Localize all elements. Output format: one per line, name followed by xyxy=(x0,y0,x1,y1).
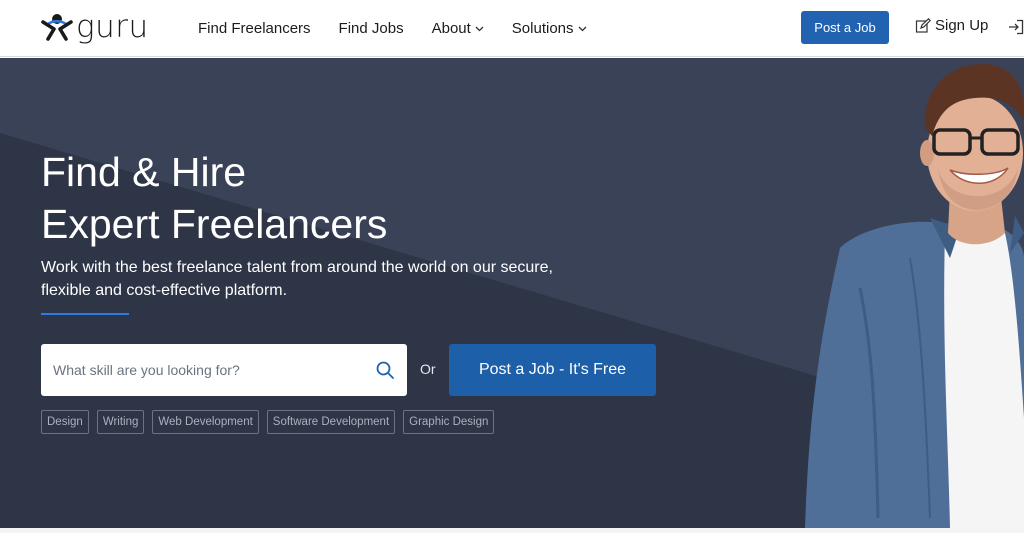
tag-software-development[interactable]: Software Development xyxy=(266,410,396,434)
hero-subtitle-line: flexible and cost-effective platform. xyxy=(41,282,288,299)
hero-subtitle-line: Work with the best freelance talent from… xyxy=(41,259,553,276)
hero-title: Find & Hire Expert Freelancers xyxy=(41,146,387,250)
hero-subtitle: Work with the best freelance talent from… xyxy=(41,256,601,302)
hero-divider xyxy=(41,313,129,315)
nav-label: Find Freelancers xyxy=(198,20,311,37)
tag-writing[interactable]: Writing xyxy=(96,410,145,434)
nav-find-jobs[interactable]: Find Jobs xyxy=(339,20,404,37)
post-job-button[interactable]: Post a Job xyxy=(801,11,889,44)
or-separator: Or xyxy=(420,361,436,377)
tag-graphic-design[interactable]: Graphic Design xyxy=(403,410,495,434)
skill-search-input[interactable] xyxy=(53,362,363,378)
skill-search-box[interactable] xyxy=(41,344,407,396)
hero-section: Find & Hire Expert Freelancers Work with… xyxy=(0,58,1024,528)
guru-logo[interactable]: guru xyxy=(40,10,149,44)
hero-person-image xyxy=(805,63,1024,528)
hero-title-line: Expert Freelancers xyxy=(41,201,388,247)
nav-solutions[interactable]: Solutions xyxy=(512,20,587,37)
chevron-down-icon xyxy=(475,26,484,32)
nav-label: Find Jobs xyxy=(338,20,404,37)
login-icon[interactable] xyxy=(1008,19,1024,35)
guru-logo-icon xyxy=(41,14,73,41)
tag-design[interactable]: Design xyxy=(41,410,89,434)
section-divider xyxy=(0,528,1024,533)
hero-title-line: Find & Hire xyxy=(41,149,247,195)
tshirt-shape xyxy=(944,233,1024,528)
main-nav: Find Freelancers Find Jobs About Solutio… xyxy=(198,0,615,57)
search-icon[interactable] xyxy=(375,360,395,380)
nav-find-freelancers[interactable]: Find Freelancers xyxy=(198,20,311,37)
signup-label: Sign Up xyxy=(935,17,989,34)
chevron-down-icon xyxy=(578,26,586,32)
post-job-free-button[interactable]: Post a Job - It's Free xyxy=(449,344,656,396)
edit-icon xyxy=(915,17,931,33)
tag-web-development[interactable]: Web Development xyxy=(152,410,259,434)
signup-link[interactable]: Sign Up xyxy=(915,17,988,34)
nav-label: Solutions xyxy=(511,20,574,37)
site-header: guru Find Freelancers Find Jobs About So… xyxy=(0,0,1024,57)
logo-text: guru xyxy=(76,8,149,45)
nav-about[interactable]: About xyxy=(432,20,484,37)
skill-tags: Design Writing Web Development Software … xyxy=(41,410,502,434)
nav-label: About xyxy=(431,20,471,37)
